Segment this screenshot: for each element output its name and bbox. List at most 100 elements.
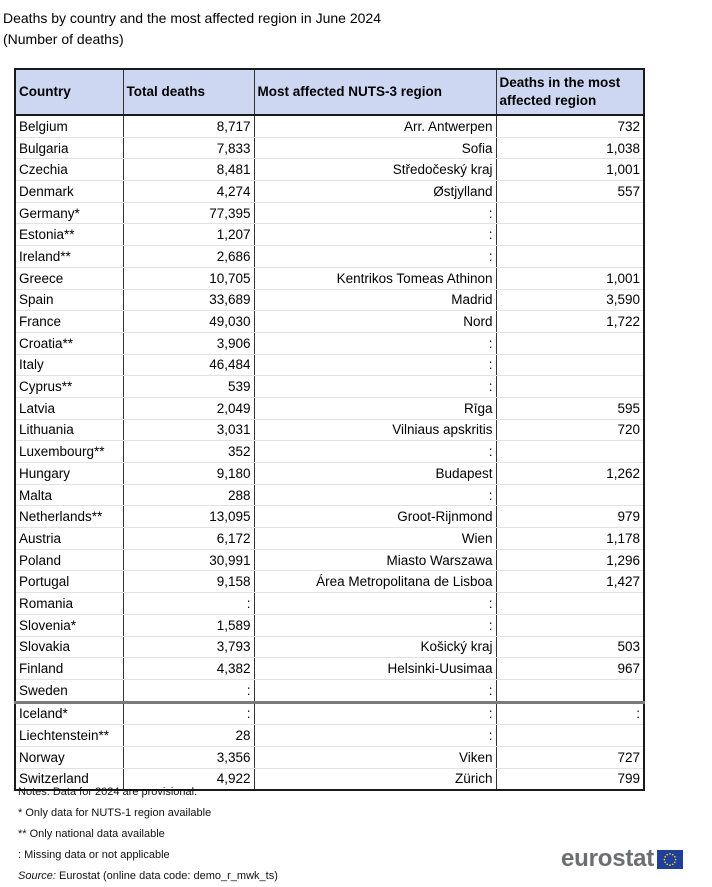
flag-star <box>674 858 677 860</box>
total-deaths-cell: 77,395 <box>123 202 255 225</box>
region-deaths-cell: 1,038 <box>496 137 645 160</box>
table-row: Iceland*::: <box>15 700 645 726</box>
country-cell: Iceland* <box>15 700 124 726</box>
table-row: Slovenia* 1,589: <box>15 614 645 637</box>
total-deaths-cell: 3,906 <box>123 332 255 355</box>
flag-star <box>666 853 669 855</box>
country-cell: Sweden <box>15 679 124 703</box>
flag-star <box>664 861 667 863</box>
region-deaths-cell <box>496 724 645 747</box>
region-cell: : <box>254 332 497 355</box>
country-cell: Finland <box>15 657 124 680</box>
table-row: Slovakia 3,793 Košický kraj 503 <box>15 636 645 659</box>
country-cell: Belgium <box>15 115 124 138</box>
table-row: Estonia** 1,207: <box>15 223 645 247</box>
region-cell: Kentrikos Tomeas Athinon <box>254 267 497 290</box>
table-row: Croatia** 3,906: <box>15 332 645 355</box>
header-row: Country Total deaths Most affected NUTS-… <box>15 69 645 116</box>
region-deaths-cell: 3,590 <box>496 289 645 312</box>
region-deaths-cell <box>496 592 645 615</box>
country-cell: Hungary <box>15 462 124 485</box>
country-cell: Latvia <box>15 397 124 420</box>
total-deaths-cell: 46,484 <box>123 354 255 377</box>
region-deaths-cell <box>496 440 645 463</box>
table-row: Luxembourg** 352: <box>15 440 645 463</box>
table-row: Ireland** 2,686: <box>15 245 645 268</box>
country-cell: Germany* <box>15 202 124 225</box>
country-cell: Luxembourg** <box>15 440 124 463</box>
region-deaths-cell: 1,001 <box>496 158 645 182</box>
table-body: Belgium 8,717 Arr. Antwerpen 732 Bulgaria 7,8… <box>15 115 645 791</box>
region-deaths-cell: 1,427 <box>496 570 645 594</box>
total-deaths-cell: 3,793 <box>123 636 255 659</box>
country-cell: Portugal <box>15 570 124 594</box>
region-deaths-cell <box>496 354 645 377</box>
region-cell: Østjylland <box>254 180 497 203</box>
region-deaths-cell: 720 <box>496 419 645 442</box>
flag-star <box>672 863 674 865</box>
country-cell: Estonia** <box>15 223 124 247</box>
table-row: Sweden:: <box>15 679 645 703</box>
region-deaths-cell: 557 <box>496 180 645 203</box>
country-cell: Slovenia* <box>15 614 124 637</box>
table-row: Austria 6,172 Wien 1,178 <box>15 527 645 550</box>
total-deaths-cell: 4,382 <box>123 657 255 680</box>
country-cell: Denmark <box>15 180 124 203</box>
country-cell: France <box>15 310 124 333</box>
eu-flag-icon <box>657 849 684 869</box>
header-country: Country <box>15 69 124 116</box>
country-cell: Slovakia <box>15 636 124 659</box>
note-source: Source: Eurostat (online data code: demo… <box>18 866 278 887</box>
total-deaths-cell: 4,274 <box>123 180 255 203</box>
region-cell: Madrid <box>254 289 497 312</box>
region-cell: : <box>254 724 497 747</box>
header-region-deaths: Deaths in the most affected region <box>496 69 645 116</box>
region-cell: : <box>254 700 497 726</box>
region-deaths-cell: 1,178 <box>496 527 645 550</box>
total-deaths-cell: 13,095 <box>123 505 255 529</box>
country-cell: Netherlands** <box>15 505 124 529</box>
total-deaths-cell: 539 <box>123 375 255 398</box>
total-deaths-cell: 8,717 <box>123 115 255 138</box>
region-deaths-cell: 1,262 <box>496 462 645 485</box>
region-deaths-cell <box>496 332 645 355</box>
source-text: Eurostat (online data code: demo_r_mwk_t… <box>55 870 278 882</box>
region-cell: : <box>254 354 497 377</box>
flag-star <box>672 853 674 855</box>
region-deaths-cell: 595 <box>496 397 645 420</box>
region-cell: Sofia <box>254 137 497 160</box>
total-deaths-cell: 6,172 <box>123 527 255 550</box>
country-cell: Greece <box>15 267 124 290</box>
region-cell: : <box>254 614 497 637</box>
total-deaths-cell: 2,049 <box>123 397 255 420</box>
table-row: Liechtenstein** 28: <box>15 724 645 747</box>
notes: Notes: Data for 2024 are provisional. * … <box>18 782 278 887</box>
country-cell: Ireland** <box>15 245 124 268</box>
table-row: Portugal 9,158 Área Metropolitana de Lisbo… <box>15 570 645 594</box>
table-row: Belgium 8,717 Arr. Antwerpen 732 <box>15 115 645 138</box>
region-cell: Groot-Rijnmond <box>254 505 497 529</box>
table-row: Poland 30,991 Miasto Warszawa 1,296 <box>15 549 645 572</box>
table-row: Denmark 4,274 Østjylland 557 <box>15 180 645 203</box>
region-cell: : <box>254 679 497 703</box>
total-deaths-cell: : <box>123 592 255 615</box>
total-deaths-cell: 28 <box>123 724 255 747</box>
deaths-table: Country Total deaths Most affected NUTS-… <box>14 68 645 792</box>
total-deaths-cell: 33,689 <box>123 289 255 312</box>
region-cell: : <box>254 484 497 507</box>
region-cell: : <box>254 440 497 463</box>
region-cell: Wien <box>254 527 497 550</box>
total-deaths-cell: 2,686 <box>123 245 255 268</box>
region-cell: Área Metropolitana de Lisboa <box>254 570 497 594</box>
table-row: Finland 4,382 Helsinki-Uusimaa 967 <box>15 657 645 680</box>
region-deaths-cell: 799 <box>496 768 645 791</box>
region-deaths-cell: 1,722 <box>496 310 645 333</box>
region-deaths-cell: : <box>496 700 645 726</box>
total-deaths-cell: 1,589 <box>123 614 255 637</box>
total-deaths-cell: 9,158 <box>123 570 255 594</box>
country-cell: Liechtenstein** <box>15 724 124 747</box>
country-cell: Bulgaria <box>15 137 124 160</box>
total-deaths-cell: 8,481 <box>123 158 255 182</box>
table-row: Greece 10,705 Kentrikos Tomeas Athinon 1,00… <box>15 267 645 290</box>
table-row: Latvia 2,049 Rīga 595 <box>15 397 645 420</box>
